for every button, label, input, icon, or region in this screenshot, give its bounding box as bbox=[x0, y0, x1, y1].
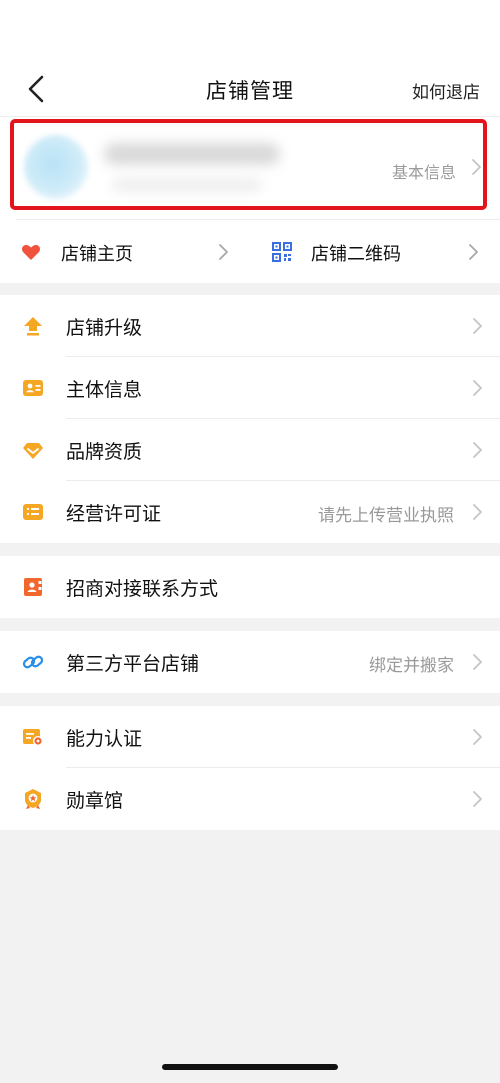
list-item-label: 第三方平台店铺 bbox=[66, 653, 200, 675]
store-qr-code-link[interactable]: 店铺二维码 bbox=[250, 220, 500, 283]
home-indicator[interactable] bbox=[162, 1064, 338, 1070]
highlight-annotation-box bbox=[10, 119, 487, 210]
list-item-hint: 绑定并搬家 bbox=[369, 656, 454, 676]
store-management-page: 店铺管理 如何退店 基本信息 店铺主页 店铺二维码 店铺升级 主体信息 品牌资质… bbox=[0, 0, 500, 1083]
chevron-right-icon bbox=[471, 728, 483, 746]
list-item-hint: 请先上传营业执照 bbox=[318, 506, 454, 526]
certification-group: 能力认证 勋章馆 bbox=[0, 706, 500, 830]
id-card-icon bbox=[22, 377, 44, 399]
contact-group: 招商对接联系方式 bbox=[0, 556, 500, 618]
chevron-right-icon bbox=[471, 317, 483, 335]
chevron-right-icon bbox=[471, 790, 483, 808]
license-card-icon bbox=[22, 501, 44, 523]
list-item-label: 勋章馆 bbox=[66, 790, 124, 812]
how-to-close-store-link[interactable]: 如何退店 bbox=[412, 78, 480, 103]
medal-icon bbox=[22, 788, 44, 810]
store-homepage-link[interactable]: 店铺主页 bbox=[0, 220, 250, 283]
list-item-label: 品牌资质 bbox=[66, 441, 143, 463]
quick-link-label: 店铺主页 bbox=[61, 244, 133, 265]
chevron-right-icon bbox=[467, 243, 479, 261]
list-item-business-license[interactable]: 经营许可证 请先上传营业执照 bbox=[0, 481, 500, 543]
chevron-right-icon bbox=[471, 379, 483, 397]
list-item-store-upgrade[interactable]: 店铺升级 bbox=[0, 295, 500, 357]
chevron-right-icon bbox=[471, 653, 483, 671]
quick-links-bar: 店铺主页 店铺二维码 bbox=[0, 220, 500, 283]
list-item-label: 店铺升级 bbox=[66, 317, 143, 339]
link-icon bbox=[22, 651, 44, 673]
qr-code-icon bbox=[272, 242, 292, 262]
chevron-right-icon bbox=[471, 441, 483, 459]
top-bar: 店铺管理 如何退店 bbox=[0, 0, 500, 117]
list-item-label: 主体信息 bbox=[66, 379, 143, 401]
list-item-label: 能力认证 bbox=[66, 728, 143, 750]
list-item-medal-hall[interactable]: 勋章馆 bbox=[0, 768, 500, 830]
list-item-label: 招商对接联系方式 bbox=[66, 578, 219, 600]
contact-book-icon bbox=[22, 576, 44, 598]
list-item-ability-certification[interactable]: 能力认证 bbox=[0, 706, 500, 768]
third-party-group: 第三方平台店铺 绑定并搬家 bbox=[0, 631, 500, 693]
list-item-label: 经营许可证 bbox=[66, 503, 162, 525]
list-item-third-party-store[interactable]: 第三方平台店铺 绑定并搬家 bbox=[0, 631, 500, 693]
certificate-icon bbox=[22, 726, 44, 748]
list-item-brand-qualification[interactable]: 品牌资质 bbox=[0, 419, 500, 481]
upgrade-arrow-icon bbox=[22, 315, 44, 337]
quick-link-label: 店铺二维码 bbox=[311, 244, 401, 265]
list-item-investment-contact[interactable]: 招商对接联系方式 bbox=[0, 556, 500, 618]
heart-icon bbox=[21, 242, 41, 262]
chevron-right-icon bbox=[217, 243, 229, 261]
store-settings-group: 店铺升级 主体信息 品牌资质 经营许可证 请先上传营业执照 bbox=[0, 295, 500, 543]
chevron-right-icon bbox=[471, 503, 483, 521]
diamond-icon bbox=[22, 439, 44, 461]
list-item-entity-info[interactable]: 主体信息 bbox=[0, 357, 500, 419]
